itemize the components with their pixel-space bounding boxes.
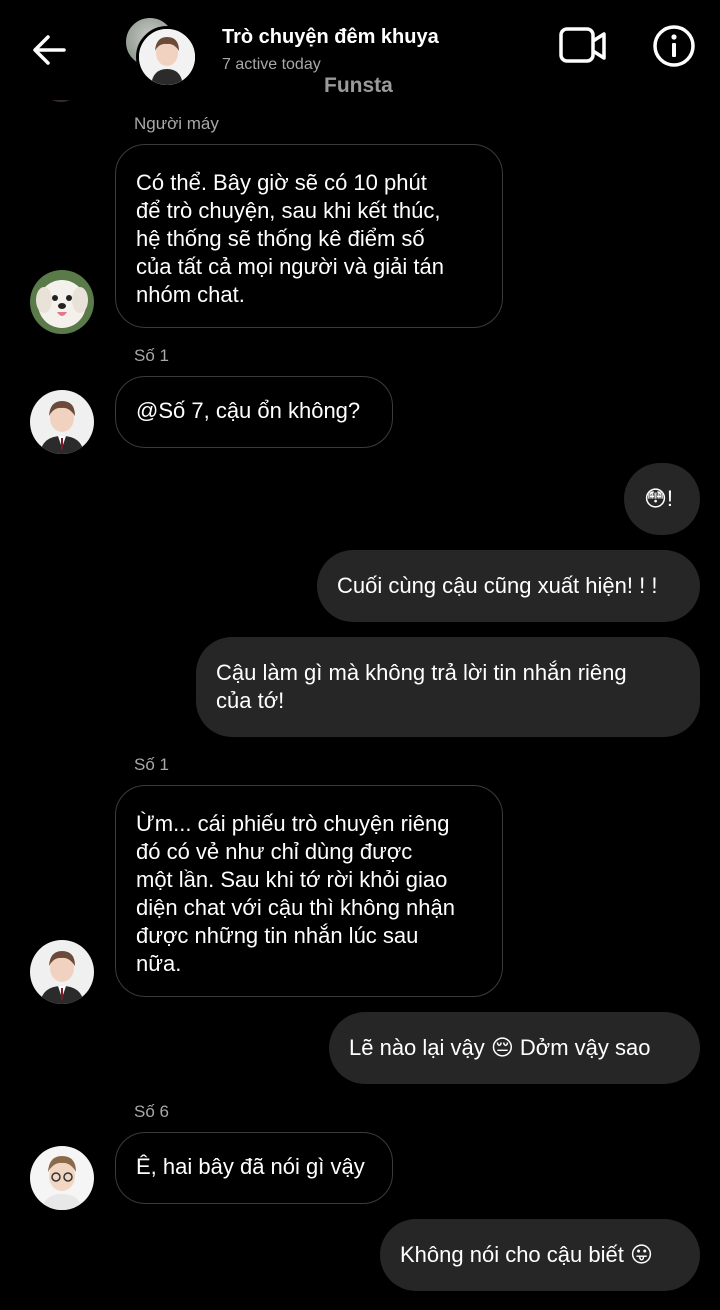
sender-name: Số 1 (134, 755, 169, 774)
sender-name: Người máy (134, 114, 219, 133)
message-bubble-outgoing[interactable]: Cuối cùng cậu cũng xuất hiện! ! ! (317, 550, 700, 622)
message-bubble-outgoing[interactable]: Cậu làm gì mà không trả lời tin nhắn riê… (196, 637, 700, 737)
message-bubble-incoming[interactable]: Ê, hai bây đã nói gì vậy (115, 1132, 393, 1204)
message-bubble-incoming[interactable]: Có thể. Bây giờ sẽ có 10 phút để trò chu… (115, 144, 503, 328)
message-bubble-outgoing[interactable]: Không nói cho cậu biết 😛 (380, 1219, 700, 1291)
back-button[interactable] (28, 28, 72, 72)
avatar-so-6[interactable] (30, 1146, 94, 1210)
active-status: 7 active today (222, 56, 321, 73)
avatar-so-1[interactable] (30, 940, 94, 1004)
info-icon (653, 25, 695, 67)
message-bubble-outgoing[interactable]: Lẽ nào lại vậy 😔 Dởm vậy sao (329, 1012, 700, 1084)
avatar-dog[interactable] (30, 270, 94, 334)
back-arrow-icon (33, 35, 66, 65)
info-button[interactable] (652, 24, 696, 68)
watermark: Funsta (324, 74, 393, 97)
message-bubble-incoming[interactable]: Ừm... cái phiếu trò chuyện riêng đó có v… (115, 785, 503, 997)
sender-name: Số 6 (134, 1102, 169, 1121)
sender-name: Số 1 (134, 346, 169, 365)
video-call-icon (559, 27, 606, 63)
avatar-so-1[interactable] (30, 390, 94, 454)
message-bubble-incoming[interactable]: @Số 7, cậu ổn không? (115, 376, 393, 448)
video-call-button[interactable] (558, 24, 608, 68)
group-avatar[interactable] (124, 16, 198, 88)
chat-title[interactable]: Trò chuyện đêm khuya (222, 26, 439, 49)
message-bubble-outgoing[interactable]: 😳! (624, 463, 700, 535)
member-avatar-front (136, 26, 198, 88)
